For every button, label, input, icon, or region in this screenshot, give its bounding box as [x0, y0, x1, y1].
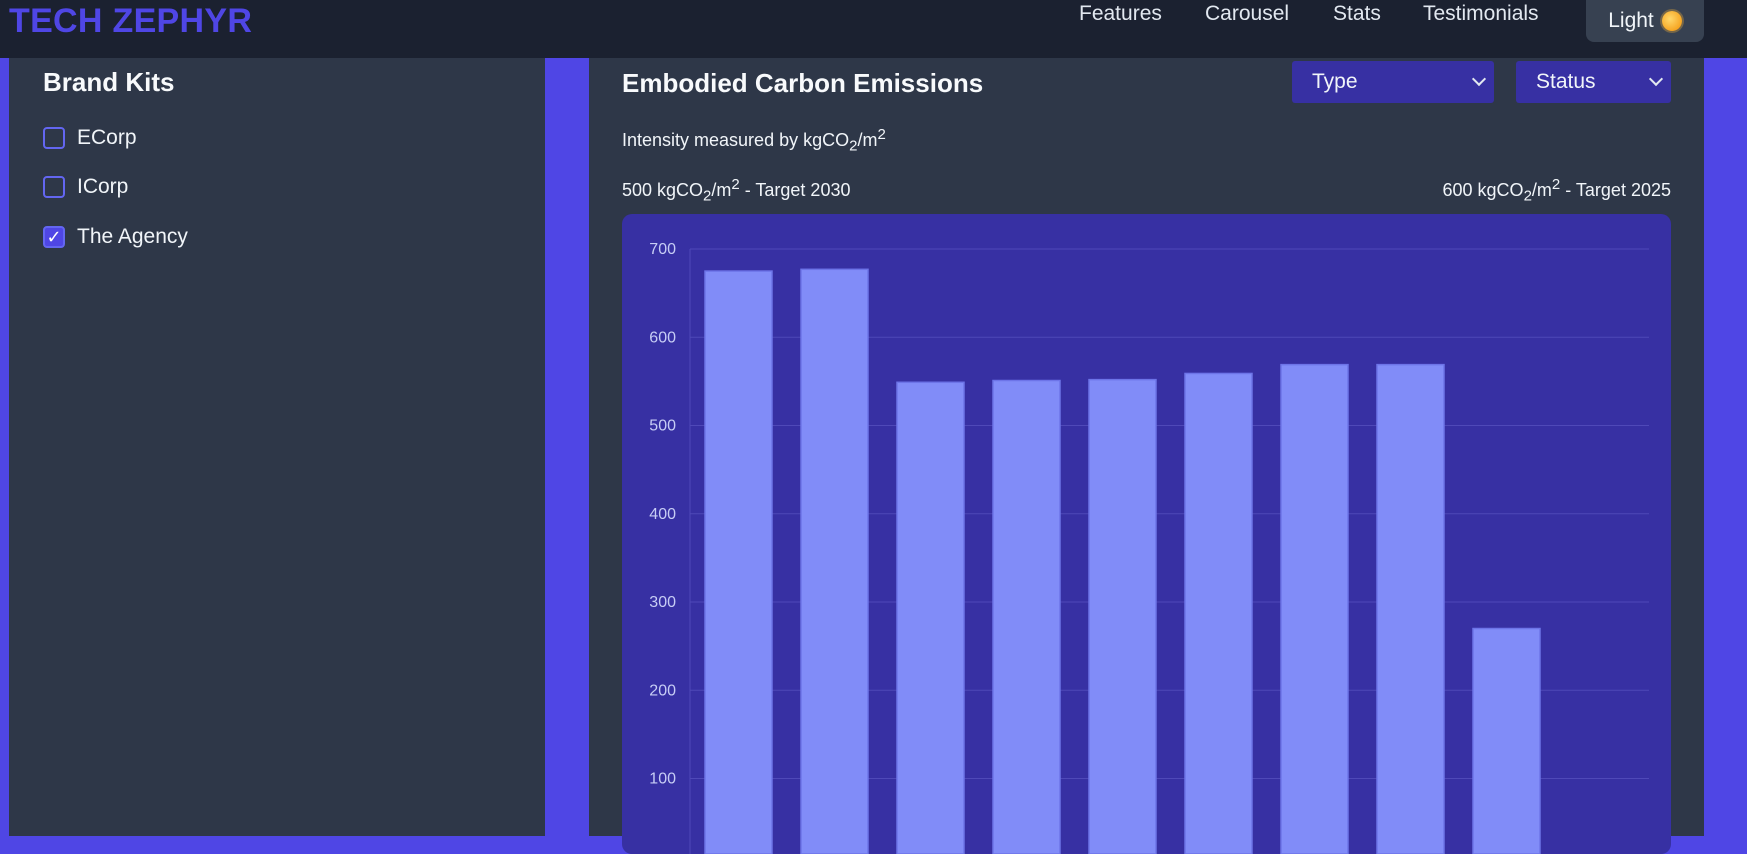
- nav-carousel[interactable]: Carousel: [1205, 2, 1289, 26]
- check-icon: ✓: [46, 227, 62, 247]
- checkbox-the-agency[interactable]: ✓: [43, 226, 65, 248]
- nav-testimonials[interactable]: Testimonials: [1423, 2, 1539, 26]
- checkbox-icorp[interactable]: [43, 176, 65, 198]
- type-filter-select[interactable]: Type: [1292, 61, 1494, 103]
- chart-canvas: 100 200 300 400 500 600 700: [649, 241, 1649, 854]
- chart-bar[interactable]: [704, 270, 773, 854]
- chart-bar[interactable]: [800, 268, 869, 854]
- checkbox-ecorp[interactable]: [43, 127, 65, 149]
- theme-toggle-label: Light: [1608, 9, 1654, 32]
- chart-title: Embodied Carbon Emissions: [622, 68, 984, 98]
- brand-kit-label: The Agency: [77, 225, 188, 248]
- brand-logo[interactable]: TECH ZEPHYR: [9, 2, 252, 41]
- target-2030-label: 500 kgCO2/m2 - Target 2030: [622, 176, 851, 205]
- y-tick-label: 100: [649, 771, 676, 788]
- chart-bar[interactable]: [896, 381, 965, 854]
- nav-features[interactable]: Features: [1079, 2, 1162, 26]
- y-tick-label: 700: [649, 241, 676, 258]
- y-tick-label: 300: [649, 594, 676, 611]
- chart-bar[interactable]: [1376, 363, 1445, 854]
- type-filter-value: Type: [1312, 70, 1358, 93]
- brand-kit-icorp[interactable]: ICorp: [43, 175, 128, 199]
- emissions-bar-chart: 100 200 300 400 500 600 700: [622, 214, 1671, 854]
- chevron-down-icon: [1471, 71, 1487, 87]
- panel-title: Brand Kits: [43, 67, 175, 97]
- theme-toggle-button[interactable]: Light: [1586, 0, 1704, 42]
- top-navbar: TECH ZEPHYR Features Carousel Stats Test…: [0, 0, 1747, 58]
- status-filter-value: Status: [1536, 70, 1596, 93]
- brand-kits-panel: Brand Kits ECorp ICorp ✓ The Agency: [9, 58, 545, 836]
- y-tick-label: 600: [649, 329, 676, 346]
- chart-bar[interactable]: [1472, 627, 1541, 854]
- intensity-caption: Intensity measured by kgCO2/m2: [622, 126, 886, 155]
- nav-stats[interactable]: Stats: [1333, 2, 1381, 26]
- target-2025-label: 600 kgCO2/m2 - Target 2025: [1442, 176, 1671, 205]
- chevron-down-icon: [1648, 71, 1664, 87]
- y-tick-label: 500: [649, 418, 676, 435]
- chart-bar[interactable]: [1280, 363, 1349, 854]
- chart-bar[interactable]: [1184, 372, 1253, 854]
- brand-kit-ecorp[interactable]: ECorp: [43, 126, 137, 150]
- brand-kit-label: ICorp: [77, 175, 129, 198]
- y-tick-label: 400: [649, 506, 676, 523]
- brand-kit-label: ECorp: [77, 126, 137, 149]
- emissions-panel: Embodied Carbon Emissions Type Status In…: [589, 58, 1704, 854]
- brand-kit-the-agency[interactable]: ✓ The Agency: [43, 225, 188, 249]
- status-filter-select[interactable]: Status: [1516, 61, 1671, 103]
- y-tick-label: 200: [649, 682, 676, 699]
- chart-bar[interactable]: [992, 379, 1061, 854]
- sun-icon: [1661, 11, 1682, 31]
- chart-bar[interactable]: [1088, 378, 1157, 854]
